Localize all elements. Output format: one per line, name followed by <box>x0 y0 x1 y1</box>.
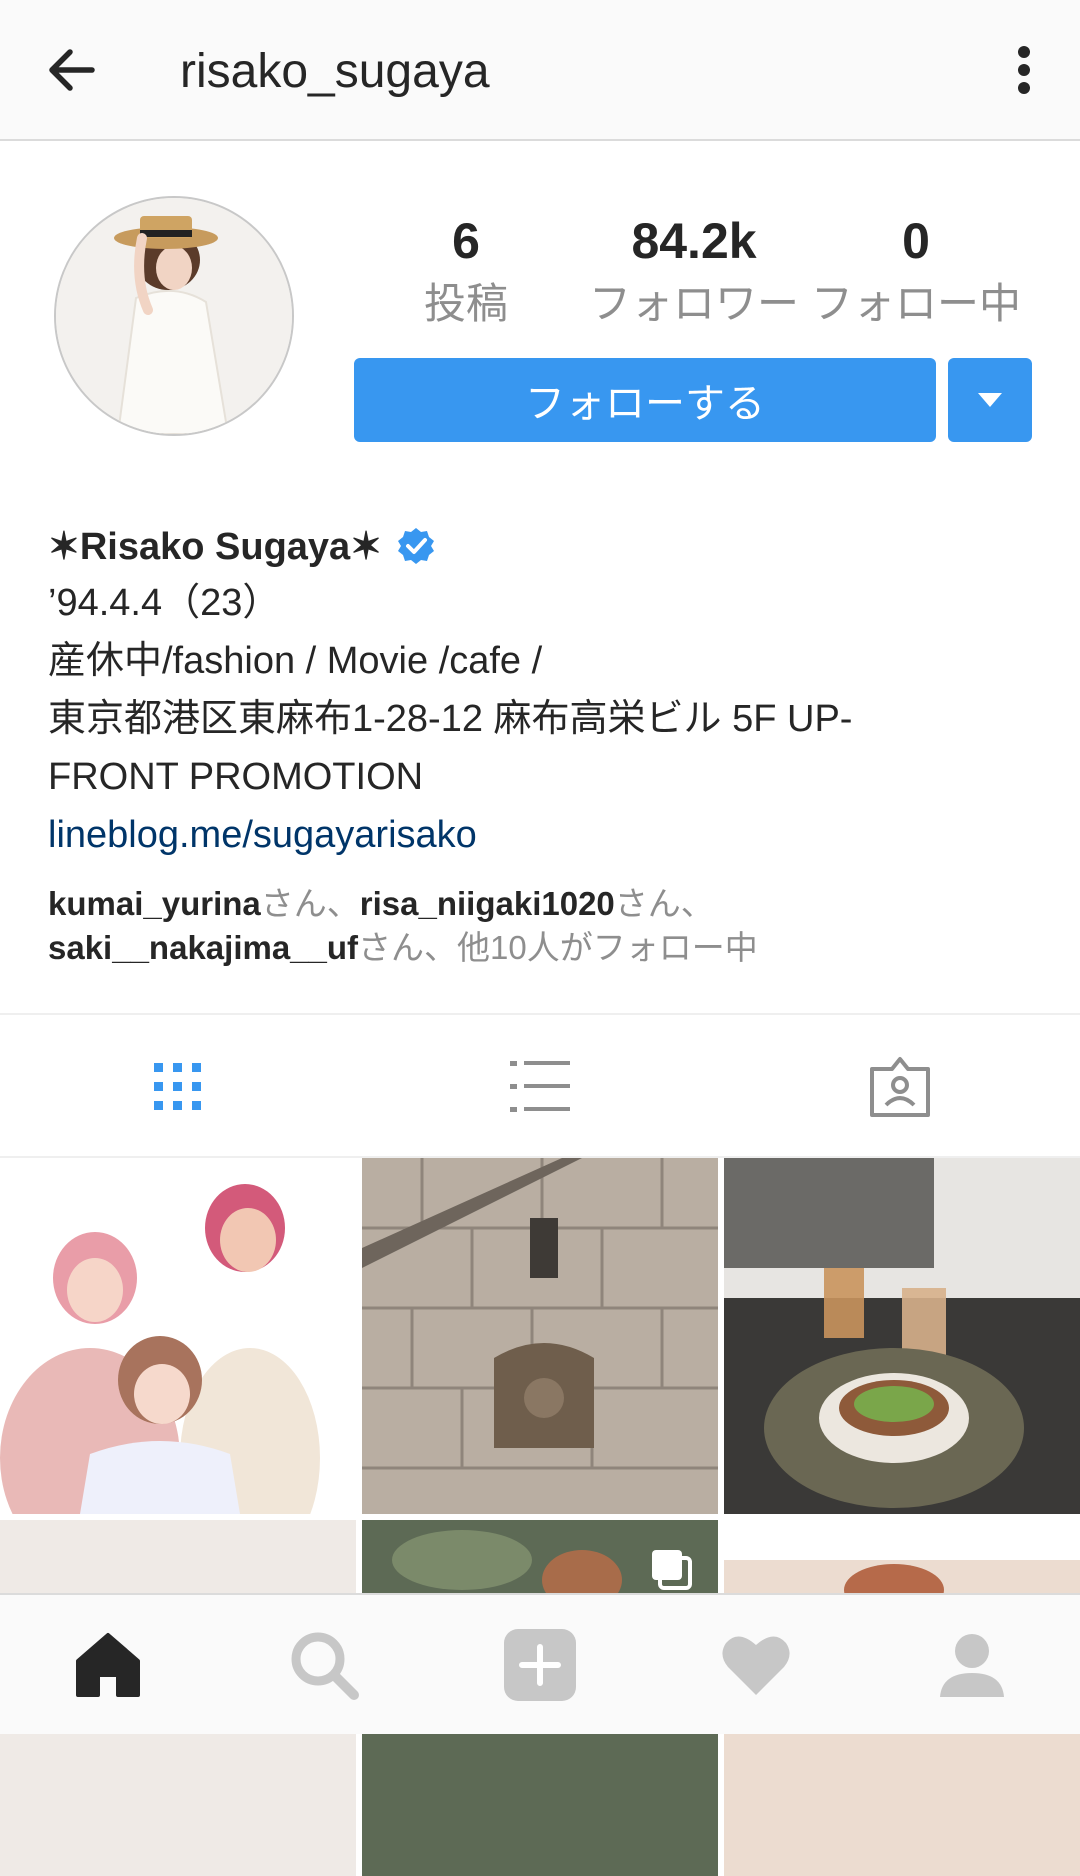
post-thumbnail-3 <box>724 1158 1080 1514</box>
followers-count: 84.2k <box>631 213 757 269</box>
posts-count: 6 <box>452 213 480 269</box>
avatar-photo <box>56 198 292 434</box>
name-row: ✶Risako Sugaya✶ <box>48 518 1048 574</box>
followed-by-sep2: さん、 <box>614 885 714 922</box>
profile-full-name: ✶Risako Sugaya✶ <box>48 525 383 568</box>
profile-bio: ✶Risako Sugaya✶ ’94.4.4（23） 産休中/fashion … <box>48 518 1048 970</box>
suggestions-dropdown-button[interactable] <box>948 358 1032 442</box>
bottom-navigation <box>0 1593 1080 1734</box>
bio-address-line2: FRONT PROMOTION <box>48 756 424 798</box>
bio-website-link[interactable]: lineblog.me/sugayarisako <box>48 806 1048 864</box>
arrow-left-icon[interactable] <box>40 38 104 102</box>
grid-post-1[interactable] <box>0 1158 356 1514</box>
posts-label: 投稿 <box>423 280 508 327</box>
plus-square-icon[interactable] <box>502 1627 578 1703</box>
profile-avatar[interactable] <box>54 196 294 436</box>
grid-icon[interactable] <box>146 1055 210 1119</box>
post-thumbnail-2 <box>362 1158 718 1514</box>
heart-icon[interactable] <box>718 1627 794 1703</box>
profile-view-tabs <box>0 1013 1080 1158</box>
followed-by-text[interactable]: kumai_yurinaさん、risa_niigaki1020さん、 saki__… <box>48 882 1048 970</box>
stat-following[interactable]: 0 フォロー中 <box>806 210 1026 332</box>
top-app-bar: risako_sugaya <box>0 0 1080 141</box>
caret-down-icon <box>978 393 1002 407</box>
followed-by-sep1: さん、 <box>260 885 360 922</box>
search-icon[interactable] <box>286 1627 362 1703</box>
grid-post-2[interactable] <box>362 1158 718 1514</box>
post-thumbnail-1 <box>0 1158 356 1514</box>
grid-post-3[interactable] <box>724 1158 1080 1514</box>
followed-by-suffix: さん、他10人がフォロー中 <box>358 929 758 966</box>
following-count: 0 <box>902 213 930 269</box>
mutual-follower-3[interactable]: saki__nakajima__uf <box>48 929 358 966</box>
bio-description: 産休中/fashion / Movie /cafe / <box>48 640 543 682</box>
more-vertical-icon[interactable] <box>1000 38 1048 102</box>
list-icon[interactable] <box>508 1055 572 1119</box>
bio-address-line1: 東京都港区東麻布1-28-12 麻布高栄ビル 5F UP- <box>48 698 853 740</box>
stat-posts[interactable]: 6 投稿 <box>356 210 576 332</box>
carousel-multi-photo-icon <box>652 1550 692 1590</box>
home-icon[interactable] <box>70 1627 146 1703</box>
profile-icon[interactable] <box>934 1627 1010 1703</box>
tagged-person-icon[interactable] <box>868 1055 932 1119</box>
followers-label: フォロワー <box>588 280 799 327</box>
follow-button[interactable]: フォローする <box>354 358 936 442</box>
verified-badge-icon <box>398 528 435 564</box>
following-label: フォロー中 <box>810 280 1021 327</box>
profile-username-title: risako_sugaya <box>180 45 490 98</box>
stat-followers[interactable]: 84.2k フォロワー <box>584 210 804 332</box>
bio-birthday: ’94.4.4（23） <box>48 582 281 624</box>
mutual-follower-1[interactable]: kumai_yurina <box>48 885 261 922</box>
mutual-follower-2[interactable]: risa_niigaki1020 <box>360 885 615 922</box>
